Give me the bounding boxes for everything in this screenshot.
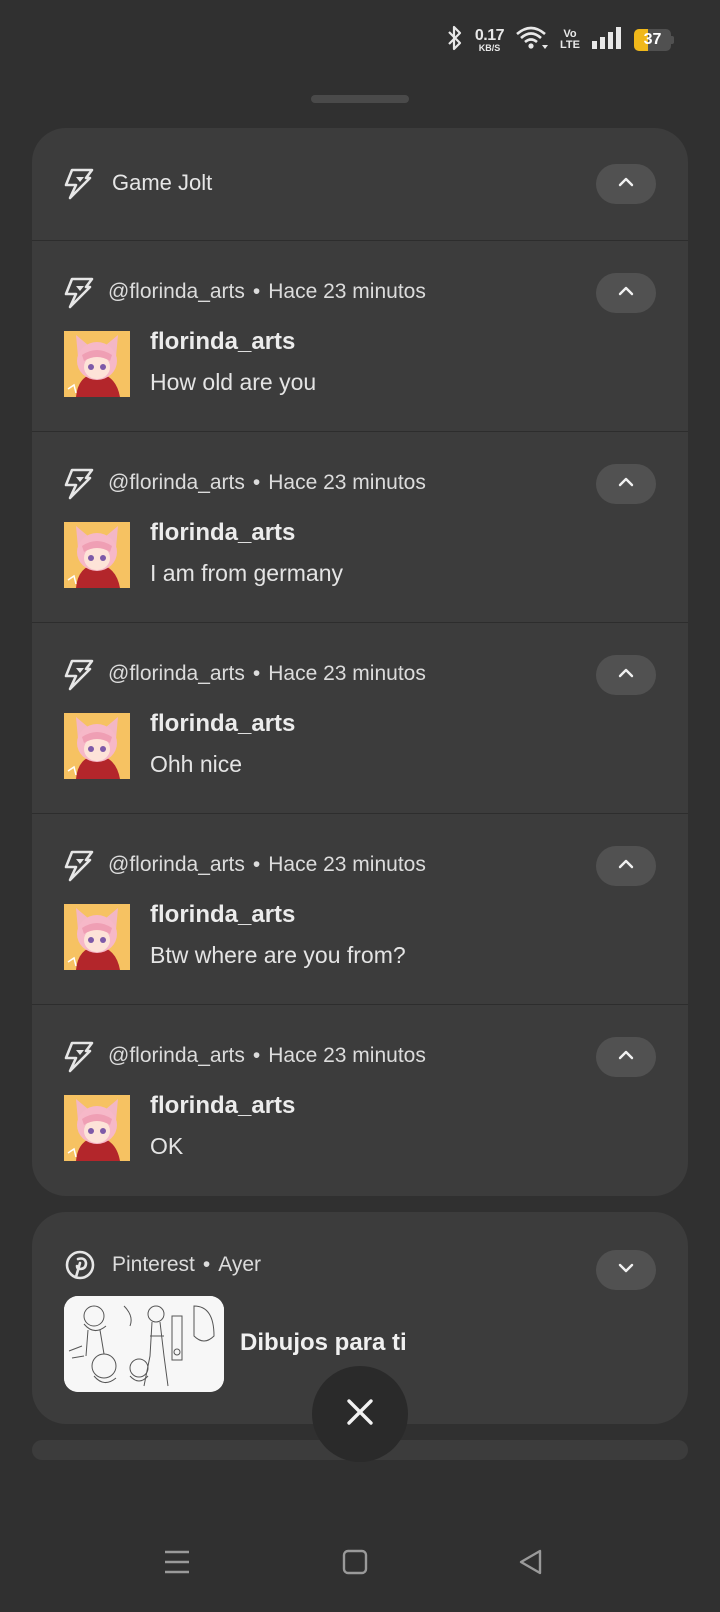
separator-dot: • <box>202 1253 211 1276</box>
chevron-up-icon <box>617 666 635 684</box>
gamejolt-notification-group[interactable]: Game Jolt @florinda_arts • Hace 23 minutos… <box>32 128 688 1196</box>
status-bar: 0.17 KB/S Vo LTE 37 <box>446 24 674 56</box>
avatar <box>64 331 130 397</box>
sender-name: florinda_arts <box>150 1092 296 1119</box>
clear-all-button[interactable] <box>312 1366 408 1462</box>
game-jolt-bolt-icon <box>64 468 94 505</box>
account-handle: @florinda_arts <box>108 1044 245 1067</box>
game-jolt-bolt-icon <box>64 850 94 887</box>
chevron-up-icon <box>617 475 635 493</box>
avatar <box>64 713 130 779</box>
timestamp: Hace 23 minutos <box>268 280 426 303</box>
avatar <box>64 522 130 588</box>
bluetooth-icon <box>446 25 464 56</box>
message-text: Ohh nice <box>150 751 243 777</box>
timestamp: Hace 23 minutos <box>268 471 426 494</box>
notification-item[interactable]: @florinda_arts • Hace 23 minutos florinda_a… <box>32 1005 688 1195</box>
account-handle: @florinda_arts <box>108 471 245 494</box>
separator-dot: • <box>252 662 261 685</box>
notification-meta: @florinda_arts • Hace 23 minutos <box>108 848 426 882</box>
message-text: How old are you <box>150 369 317 395</box>
message-text: Btw where are you from? <box>150 942 406 968</box>
collapse-button[interactable] <box>596 1037 656 1077</box>
notification-item[interactable]: @florinda_arts • Hace 23 minutos florinda_a… <box>32 623 688 814</box>
sender-name: florinda_arts <box>150 901 296 928</box>
close-icon <box>345 1397 375 1432</box>
timestamp: Ayer <box>218 1253 262 1276</box>
sender-name: florinda_arts <box>150 328 296 355</box>
group-header[interactable]: Game Jolt <box>32 128 688 241</box>
expand-button[interactable] <box>596 1250 656 1290</box>
notification-meta: Pinterest • Ayer <box>112 1248 261 1282</box>
chevron-up-icon <box>617 857 635 875</box>
game-jolt-bolt-icon <box>64 1041 94 1078</box>
notification-meta: @florinda_arts • Hace 23 minutos <box>108 1039 426 1073</box>
separator-dot: • <box>252 471 261 494</box>
network-speed-unit: KB/S <box>478 42 501 53</box>
sender-name: florinda_arts <box>150 519 296 546</box>
notification-item[interactable]: @florinda_arts • Hace 23 minutos florinda_a… <box>32 814 688 1005</box>
game-jolt-bolt-icon <box>64 277 94 314</box>
collapse-button[interactable] <box>596 846 656 886</box>
notification-title: Dibujos para ti <box>240 1329 407 1356</box>
message-text: OK <box>150 1133 184 1159</box>
collapse-button[interactable] <box>596 273 656 313</box>
separator-dot: • <box>252 853 261 876</box>
back-icon[interactable] <box>518 1548 544 1581</box>
avatar <box>64 1095 130 1161</box>
message-text: I am from germany <box>150 560 343 586</box>
notification-item[interactable]: @florinda_arts • Hace 23 minutos florinda_a… <box>32 241 688 432</box>
timestamp: Hace 23 minutos <box>268 1044 426 1067</box>
chevron-up-icon <box>617 175 635 193</box>
sender-name: florinda_arts <box>150 710 296 737</box>
notification-item[interactable]: @florinda_arts • Hace 23 minutos florinda_a… <box>32 432 688 623</box>
collapse-button[interactable] <box>596 464 656 504</box>
account-handle: @florinda_arts <box>108 662 245 685</box>
app-name: Pinterest <box>112 1253 195 1276</box>
collapse-button[interactable] <box>596 655 656 695</box>
notification-meta: @florinda_arts • Hace 23 minutos <box>108 466 426 500</box>
collapse-group-button[interactable] <box>596 164 656 204</box>
pinterest-icon <box>65 1250 95 1285</box>
game-jolt-bolt-icon <box>64 168 94 205</box>
home-icon[interactable] <box>342 1548 368 1581</box>
battery-level: 37 <box>643 31 662 48</box>
network-speed: 0.17 KB/S <box>474 26 505 53</box>
account-handle: @florinda_arts <box>108 280 245 303</box>
sketch-thumbnail <box>64 1296 224 1392</box>
separator-dot: • <box>252 1044 261 1067</box>
navigation-bar <box>0 1548 720 1588</box>
chevron-up-icon <box>617 284 635 302</box>
volte-indicator: Vo LTE <box>560 29 580 51</box>
timestamp: Hace 23 minutos <box>268 853 426 876</box>
notification-meta: @florinda_arts • Hace 23 minutos <box>108 275 426 309</box>
volte-bottom: LTE <box>560 39 580 51</box>
menu-icon[interactable] <box>164 1548 190 1581</box>
network-speed-value: 0.17 <box>474 26 505 44</box>
separator-dot: • <box>252 280 261 303</box>
signal-icon <box>591 26 623 55</box>
battery-icon: 37 <box>634 29 674 51</box>
drag-handle[interactable] <box>311 95 409 103</box>
game-jolt-bolt-icon <box>64 659 94 696</box>
account-handle: @florinda_arts <box>108 853 245 876</box>
wifi-icon <box>515 25 549 56</box>
chevron-down-icon <box>617 1261 635 1279</box>
chevron-up-icon <box>617 1048 635 1066</box>
app-name: Game Jolt <box>112 170 213 195</box>
avatar <box>64 904 130 970</box>
timestamp: Hace 23 minutos <box>268 662 426 685</box>
notification-meta: @florinda_arts • Hace 23 minutos <box>108 657 426 691</box>
